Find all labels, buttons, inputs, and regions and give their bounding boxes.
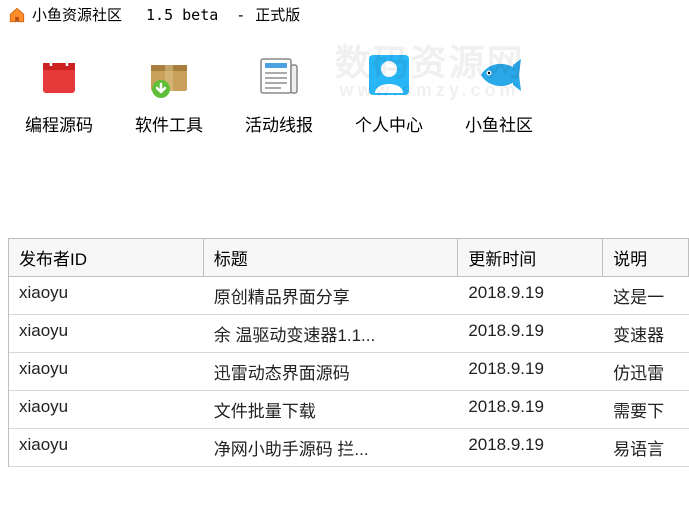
toolbar-item-software-tools[interactable]: 软件工具 — [124, 47, 214, 136]
cell-title: 文件批量下载 — [204, 391, 459, 428]
resource-table: 发布者ID 标题 更新时间 说明 xiaoyu 原创精品界面分享 2018.9.… — [8, 238, 689, 467]
table-row[interactable]: xiaoyu 迅雷动态界面源码 2018.9.19 仿迅雷 — [9, 353, 689, 391]
cell-date: 2018.9.19 — [458, 277, 603, 314]
cell-date: 2018.9.19 — [458, 315, 603, 352]
cell-publisher: xiaoyu — [9, 277, 204, 314]
toolbar-item-user-center[interactable]: 个人中心 — [344, 47, 434, 136]
fish-icon — [471, 47, 527, 103]
app-name: 小鱼资源社区 — [32, 4, 122, 25]
app-edition: 正式版 — [255, 4, 300, 25]
shopping-bag-icon — [31, 47, 87, 103]
toolbar-label: 个人中心 — [355, 111, 423, 136]
title-separator: - — [236, 6, 245, 24]
cell-desc: 易语言 — [603, 429, 689, 466]
column-header-publisher[interactable]: 发布者ID — [9, 239, 204, 276]
toolbar-item-activity-news[interactable]: 活动线报 — [234, 47, 324, 136]
cell-publisher: xiaoyu — [9, 315, 204, 352]
cell-desc: 仿迅雷 — [603, 353, 689, 390]
cell-publisher: xiaoyu — [9, 391, 204, 428]
toolbar-item-community[interactable]: 小鱼社区 — [454, 47, 544, 136]
column-header-desc[interactable]: 说明 — [603, 239, 689, 276]
user-icon — [361, 47, 417, 103]
app-version: 1.5 beta — [146, 6, 218, 24]
cell-desc: 这是一 — [603, 277, 689, 314]
table-row[interactable]: xiaoyu 原创精品界面分享 2018.9.19 这是一 — [9, 277, 689, 315]
column-header-date[interactable]: 更新时间 — [458, 239, 603, 276]
newspaper-icon — [251, 47, 307, 103]
toolbar-label: 小鱼社区 — [465, 111, 533, 136]
table-row[interactable]: xiaoyu 余 温驱动变速器1.1... 2018.9.19 变速器 — [9, 315, 689, 353]
toolbar-label: 软件工具 — [135, 111, 203, 136]
content-spacer — [0, 148, 689, 238]
cell-publisher: xiaoyu — [9, 353, 204, 390]
column-header-title[interactable]: 标题 — [204, 239, 459, 276]
table-header: 发布者ID 标题 更新时间 说明 — [9, 239, 689, 277]
cell-title: 迅雷动态界面源码 — [204, 353, 459, 390]
toolbar-item-source-code[interactable]: 编程源码 — [14, 47, 104, 136]
main-toolbar: 编程源码 软件工具 活动线报 — [0, 29, 689, 148]
cell-date: 2018.9.19 — [458, 429, 603, 466]
cell-date: 2018.9.19 — [458, 353, 603, 390]
toolbar-label: 编程源码 — [25, 111, 93, 136]
cell-desc: 需要下 — [603, 391, 689, 428]
table-row[interactable]: xiaoyu 文件批量下载 2018.9.19 需要下 — [9, 391, 689, 429]
cell-title: 余 温驱动变速器1.1... — [204, 315, 459, 352]
cell-title: 原创精品界面分享 — [204, 277, 459, 314]
cell-title: 净网小助手源码 拦... — [204, 429, 459, 466]
table-row[interactable]: xiaoyu 净网小助手源码 拦... 2018.9.19 易语言 — [9, 429, 689, 467]
toolbar-label: 活动线报 — [245, 111, 313, 136]
cell-desc: 变速器 — [603, 315, 689, 352]
cell-publisher: xiaoyu — [9, 429, 204, 466]
title-bar: 小鱼资源社区 1.5 beta - 正式版 — [0, 0, 689, 29]
cell-date: 2018.9.19 — [458, 391, 603, 428]
package-download-icon — [141, 47, 197, 103]
home-icon — [8, 6, 26, 24]
